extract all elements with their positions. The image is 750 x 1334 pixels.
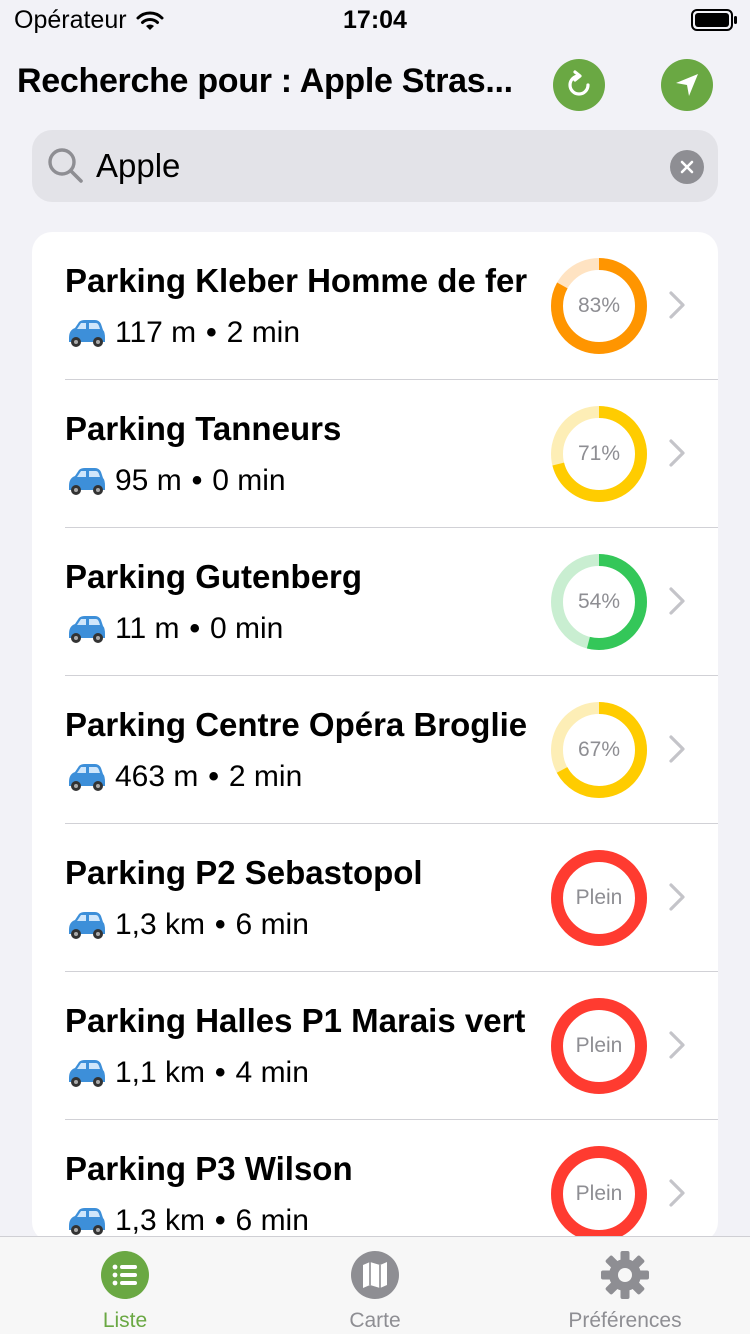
chevron-right-icon: [669, 587, 685, 615]
parking-meta: 117 m • 2 min: [65, 316, 300, 350]
parking-name: Parking P2 Sebastopol: [65, 854, 423, 891]
parking-list: Parking Kleber Homme de fer 117 m • 2 min 83…: [32, 232, 718, 1242]
gauge-label: 71%: [577, 442, 621, 465]
parking-duration: 2 min: [228, 760, 303, 793]
refresh-icon: [568, 70, 590, 96]
parking-meta: 11 m • 0 min: [65, 612, 283, 646]
parking-distance: 463 m: [115, 760, 199, 793]
separator-dot: •: [191, 464, 203, 497]
occupancy-gauge: 71%: [549, 404, 649, 504]
tab-liste[interactable]: Liste: [0, 1237, 250, 1334]
parking-row[interactable]: Parking P2 Sebastopol 1,3 km • 6 min Plein: [32, 824, 718, 972]
parking-duration: 0 min: [212, 464, 286, 497]
parking-distance: 1,3 km: [115, 908, 206, 941]
tab-label: Préférences: [568, 1309, 682, 1332]
occupancy-gauge: 54%: [549, 552, 649, 652]
separator-dot: •: [206, 316, 217, 349]
tab-label: Carte: [349, 1309, 401, 1332]
clock: 17:04: [343, 6, 407, 34]
occupancy-gauge: Plein: [549, 848, 649, 948]
parking-row[interactable]: Parking Gutenberg 11 m • 0 min 54%: [32, 528, 718, 676]
parking-distance: 1,1 km: [115, 1056, 206, 1089]
parking-distance: 11 m: [115, 612, 180, 645]
parking-name: Parking Centre Opéra Broglie: [65, 706, 528, 743]
car-icon: [69, 1060, 105, 1087]
chevron-right-icon: [669, 439, 685, 467]
separator-dot: •: [215, 908, 226, 941]
parking-name: Parking Gutenberg: [65, 558, 363, 595]
chevron-right-icon: [669, 1179, 685, 1207]
map-icon: [351, 1251, 399, 1299]
gauge-label: Plein: [575, 1182, 623, 1205]
parking-duration: 6 min: [235, 1204, 309, 1237]
occupancy-gauge: 83%: [549, 256, 649, 356]
battery-icon: [691, 9, 737, 31]
refresh-button[interactable]: [553, 59, 605, 111]
gauge-label: 54%: [577, 590, 621, 613]
clear-icon: [680, 160, 694, 174]
parking-meta: 1,3 km • 6 min: [65, 908, 309, 942]
chevron-right-icon: [669, 1031, 685, 1059]
occupancy-gauge: Plein: [549, 1144, 649, 1242]
parking-name: Parking Tanneurs: [65, 410, 342, 447]
parking-meta: 95 m • 0 min: [65, 464, 286, 498]
parking-name: Parking Halles P1 Marais vert: [65, 1002, 526, 1039]
clear-search-button[interactable]: [670, 150, 704, 184]
parking-meta: 463 m • 2 min: [65, 760, 302, 794]
parking-name: Parking Kleber Homme de fer: [65, 262, 528, 299]
parking-duration: 0 min: [209, 612, 284, 645]
separator-dot: •: [189, 612, 200, 645]
status-bar: Opérateur 17:04: [0, 0, 750, 40]
parking-row[interactable]: Parking Centre Opéra Broglie 463 m • 2 min 6…: [32, 676, 718, 824]
gauge-label: 67%: [577, 738, 621, 761]
parking-name: Parking P3 Wilson: [65, 1150, 353, 1187]
tab-bar: Liste Carte Préférences: [0, 1236, 750, 1334]
separator-dot: •: [215, 1056, 226, 1089]
car-icon: [69, 468, 105, 495]
tab-label: Liste: [102, 1309, 148, 1332]
gauge-label: Plein: [575, 1034, 623, 1057]
page-title: Recherche pour : Apple Stras...: [17, 62, 513, 100]
list-icon: [101, 1251, 149, 1299]
separator-dot: •: [208, 760, 219, 793]
parking-meta: 1,3 km • 6 min: [65, 1204, 309, 1238]
gear-icon: [601, 1251, 649, 1299]
parking-distance: 95 m: [115, 464, 182, 497]
parking-duration: 4 min: [235, 1056, 309, 1089]
chevron-right-icon: [669, 883, 685, 911]
car-icon: [69, 1208, 105, 1235]
parking-duration: 6 min: [235, 908, 309, 941]
parking-meta: 1,1 km • 4 min: [65, 1056, 309, 1090]
car-icon: [69, 764, 105, 791]
location-arrow-icon: [676, 74, 698, 96]
parking-row[interactable]: Parking P3 Wilson 1,3 km • 6 min Plein: [32, 1120, 718, 1242]
locate-button[interactable]: [661, 59, 713, 111]
parking-row[interactable]: Parking Tanneurs 95 m • 0 min 71%: [32, 380, 718, 528]
search-input[interactable]: [96, 130, 656, 202]
car-icon: [69, 320, 105, 347]
parking-distance: 117 m: [115, 316, 197, 349]
parking-duration: 2 min: [226, 316, 301, 349]
chevron-right-icon: [669, 291, 685, 319]
chevron-right-icon: [669, 735, 685, 763]
occupancy-gauge: Plein: [549, 996, 649, 1096]
tab-carte[interactable]: Carte: [250, 1237, 500, 1334]
parking-row[interactable]: Parking Halles P1 Marais vert 1,1 km • 4 mi…: [32, 972, 718, 1120]
parking-row[interactable]: Parking Kleber Homme de fer 117 m • 2 min 83…: [32, 232, 718, 380]
search-bar[interactable]: [32, 130, 718, 202]
tab-preferences[interactable]: Préférences: [500, 1237, 750, 1334]
car-icon: [69, 616, 105, 643]
occupancy-gauge: 67%: [549, 700, 649, 800]
gauge-label: Plein: [575, 886, 623, 909]
separator-dot: •: [215, 1204, 226, 1237]
car-icon: [69, 912, 105, 939]
gauge-label: 83%: [577, 294, 621, 317]
search-icon: [48, 148, 83, 183]
parking-distance: 1,3 km: [115, 1204, 206, 1237]
